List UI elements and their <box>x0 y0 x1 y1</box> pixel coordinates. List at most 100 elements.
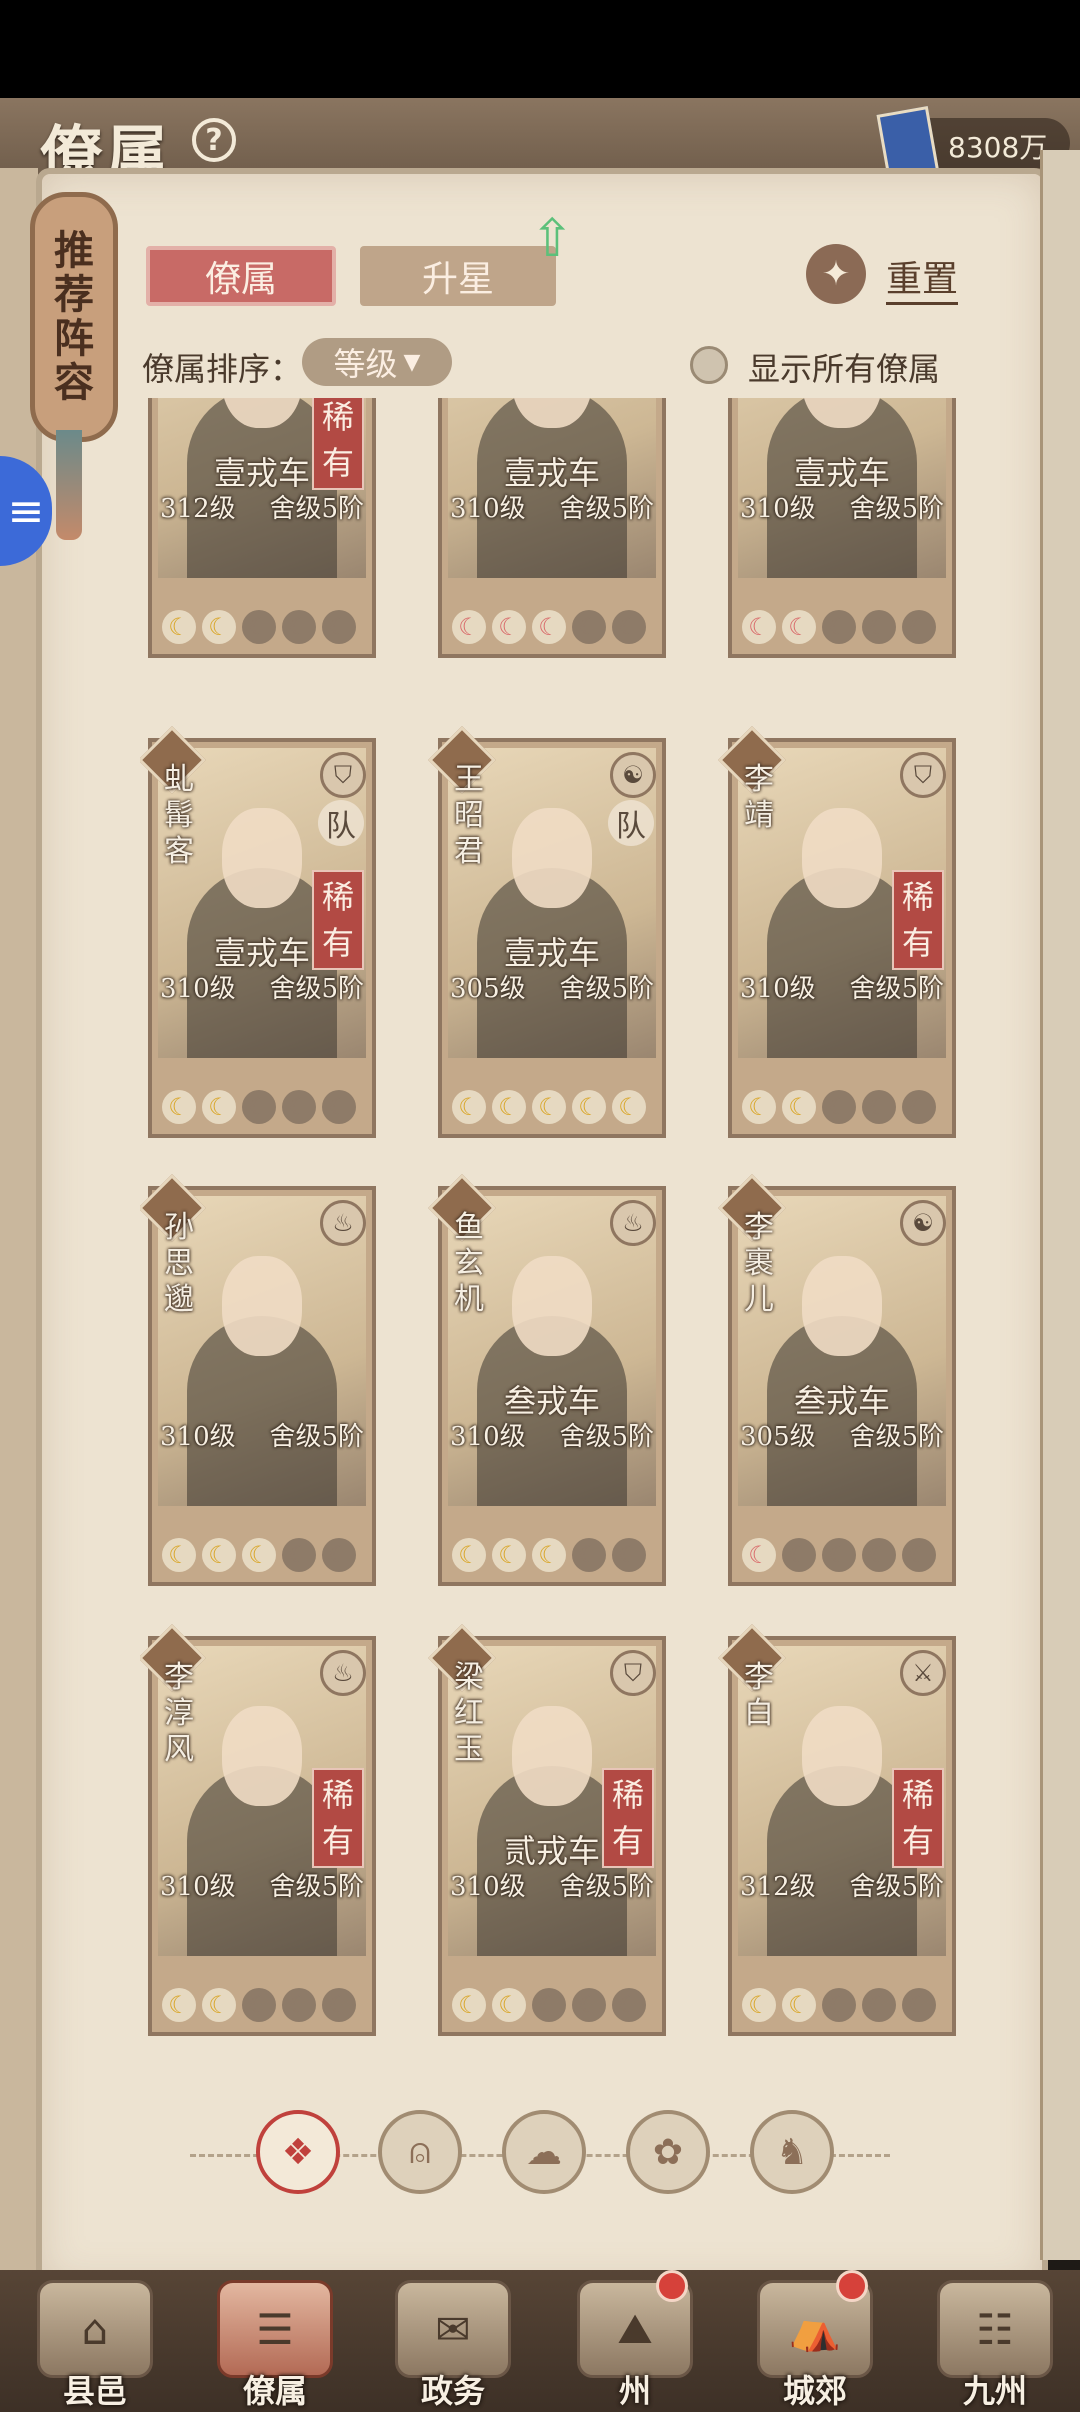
moon-star-icon: ☾ <box>822 1988 856 2022</box>
shield-icon: ⛉ <box>900 752 946 798</box>
moon-star-icon: ☾ <box>572 1090 606 1124</box>
moon-star-icon: ☾ <box>202 1988 236 2022</box>
sword-icon: ⚔ <box>900 1650 946 1696</box>
moon-star-icon: ☾ <box>862 610 896 644</box>
star-row: ☾ ☾ ☾ ☾ ☾ <box>742 1988 936 2022</box>
house-level: 舍级5阶 <box>559 974 654 1004</box>
house-level: 舍级5阶 <box>559 1422 654 1452</box>
dropdown-triangle-icon: ▼ <box>403 349 421 375</box>
retainer-level: 310级 <box>160 974 236 1004</box>
tab-star-up[interactable]: 升星 <box>360 246 556 306</box>
moon-star-icon: ☾ <box>532 1988 566 2022</box>
moon-star-icon: ☾ <box>322 610 356 644</box>
retainer-card[interactable]: 子 昂稀有壹戎车312级舍级5阶☾☾☾☾☾ <box>148 398 376 658</box>
house-level: 舍级5阶 <box>559 494 654 524</box>
moon-star-icon: ☾ <box>492 1090 526 1124</box>
nav-item-2[interactable]: ✉ 政务 <box>378 2262 528 2412</box>
cat-filter-icon[interactable]: ☁ <box>502 2110 586 2194</box>
moon-star-icon: ☾ <box>572 1538 606 1572</box>
notification-dot <box>656 2270 688 2302</box>
retainer-name: 王 昭 君 <box>454 762 484 869</box>
town-icon: ⌂ <box>37 2280 153 2378</box>
recommend-lineup-button[interactable]: 推 荐 阵 容 <box>30 192 118 442</box>
upgrade-arrow-icon: ⇧ <box>530 209 574 269</box>
retainer-card[interactable]: ⛉ 虬 髯 客队稀有壹戎车 310级 舍级5阶 ☾ ☾ ☾ ☾ ☾ <box>140 726 376 1138</box>
moon-star-icon: ☾ <box>782 1090 816 1124</box>
moon-star-icon: ☾ <box>612 1988 646 2022</box>
shield-icon: ⛉ <box>610 1650 656 1696</box>
retainer-level: 310级 <box>160 1422 236 1452</box>
rare-badge: 稀有 <box>892 1768 944 1868</box>
rare-char: 有 <box>901 924 934 962</box>
retainer-card[interactable]: ♨ 李 淳 风稀有 310级 舍级5阶 ☾ ☾ ☾ ☾ ☾ <box>140 1624 376 2036</box>
nav-item-1[interactable]: ☰ 僚属 <box>200 2262 350 2412</box>
portrait-face <box>222 808 302 908</box>
cauldron-icon: ♨ <box>320 1650 366 1696</box>
rare-char: 稀 <box>321 398 354 436</box>
rare-char: 有 <box>321 1822 354 1860</box>
cauldron-icon: ♨ <box>610 1200 656 1246</box>
retainer-card[interactable]: 居 易壹戎车310级舍级5阶☾☾☾☾☾ <box>728 398 956 658</box>
cauldron-icon: ♨ <box>320 1200 366 1246</box>
reset-button[interactable]: 重置 <box>886 250 959 305</box>
moon-star-icon: ☾ <box>452 1538 486 1572</box>
book-page-edge <box>1040 150 1080 2260</box>
house-level: 舍级5阶 <box>269 1422 364 1452</box>
moon-star-icon: ☾ <box>902 1090 936 1124</box>
retainer-level: 310级 <box>740 494 816 524</box>
retainer-name: 李 裹 儿 <box>744 1210 774 1317</box>
retainer-level: 312级 <box>740 1872 816 1902</box>
nav-item-3[interactable]: ⛰ 州 <box>560 2262 710 2412</box>
bell-filter-icon[interactable]: ⍝ <box>378 2110 462 2194</box>
nav-item-5[interactable]: ☷ 九州 <box>920 2262 1070 2412</box>
retainer-card[interactable]: ♨ 孙 思 邈 310级 舍级5阶 ☾ ☾ ☾ ☾ ☾ <box>140 1174 376 1586</box>
sort-dropdown[interactable]: 等级 ▼ <box>302 338 452 386</box>
all-filter-icon[interactable]: ❖ <box>256 2110 340 2194</box>
retainer-card[interactable]: ⛉ 梁 红 玉稀有贰戎车 310级 舍级5阶 ☾ ☾ ☾ ☾ ☾ <box>428 1624 666 2036</box>
show-all-label: 显示所有僚属 <box>748 350 941 388</box>
rare-char: 稀 <box>901 1776 934 1814</box>
retainer-card[interactable]: ⛉ 李 靖稀有 310级 舍级5阶 ☾ ☾ ☾ ☾ ☾ <box>718 726 956 1138</box>
nav-item-0[interactable]: ⌂ 县邑 <box>20 2262 170 2412</box>
house-level: 舍级5阶 <box>849 1422 944 1452</box>
retainer-grid: 子 昂稀有壹戎车312级舍级5阶☾☾☾☾☾梨 花壹戎车310级舍级5阶☾☾☾☾☾… <box>140 398 960 2058</box>
moon-star-icon: ☾ <box>282 1090 316 1124</box>
retainer-level: 305级 <box>740 1422 816 1452</box>
house-level: 舍级5阶 <box>849 974 944 1004</box>
moon-star-icon: ☾ <box>162 610 196 644</box>
fan-filter-icon[interactable]: ✿ <box>626 2110 710 2194</box>
moon-star-icon: ☾ <box>282 1538 316 1572</box>
moon-star-icon: ☾ <box>782 610 816 644</box>
moon-star-icon: ☾ <box>862 1538 896 1572</box>
retainer-card[interactable]: ☯ 李 裹 儿叁戎车 305级 舍级5阶 ☾ ☾ ☾ ☾ ☾ <box>718 1174 956 1586</box>
rare-char: 有 <box>901 1822 934 1860</box>
tab-retainers[interactable]: 僚属 <box>146 246 336 306</box>
star-row: ☾ ☾ ☾ ☾ ☾ <box>742 1090 936 1124</box>
status-bar <box>0 0 1080 98</box>
moon-star-icon: ☾ <box>452 1988 486 2022</box>
portrait-face <box>222 1256 302 1356</box>
house-level: 舍级5阶 <box>849 1872 944 1902</box>
show-all-toggle[interactable] <box>690 346 728 384</box>
recommend-char: 容 <box>54 359 94 406</box>
help-icon[interactable]: ? <box>192 118 236 162</box>
retainer-card[interactable]: ♨ 鱼 玄 机叁戎车 310级 舍级5阶 ☾ ☾ ☾ ☾ ☾ <box>428 1174 666 1586</box>
house-level: 舍级5阶 <box>849 494 944 524</box>
moon-star-icon: ☾ <box>742 1538 776 1572</box>
star-row: ☾ ☾ ☾ ☾ ☾ <box>162 610 356 644</box>
recommend-char: 荐 <box>54 271 94 318</box>
star-row: ☾ ☾ ☾ ☾ ☾ <box>162 1538 356 1572</box>
nav-item-4[interactable]: ⛺ 城郊 <box>740 2262 890 2412</box>
retainer-card[interactable]: ⚔ 李 白稀有 312级 舍级5阶 ☾ ☾ ☾ ☾ ☾ <box>718 1624 956 2036</box>
star-row: ☾ ☾ ☾ ☾ ☾ <box>452 1538 646 1572</box>
moon-star-icon: ☾ <box>742 610 776 644</box>
retainer-card[interactable]: ☯ 王 昭 君队壹戎车 305级 舍级5阶 ☾ ☾ ☾ ☾ ☾ <box>428 726 666 1138</box>
moon-star-icon: ☾ <box>282 1988 316 2022</box>
moon-star-icon: ☾ <box>862 1090 896 1124</box>
moon-star-icon: ☾ <box>902 610 936 644</box>
horse-filter-icon[interactable]: ♞ <box>750 2110 834 2194</box>
retainers-icon: ☰ <box>217 2280 333 2378</box>
moon-star-icon: ☾ <box>322 1988 356 2022</box>
retainer-card[interactable]: 梨 花壹戎车310级舍级5阶☾☾☾☾☾ <box>438 398 666 658</box>
reset-icon[interactable]: ✦ <box>806 244 866 304</box>
